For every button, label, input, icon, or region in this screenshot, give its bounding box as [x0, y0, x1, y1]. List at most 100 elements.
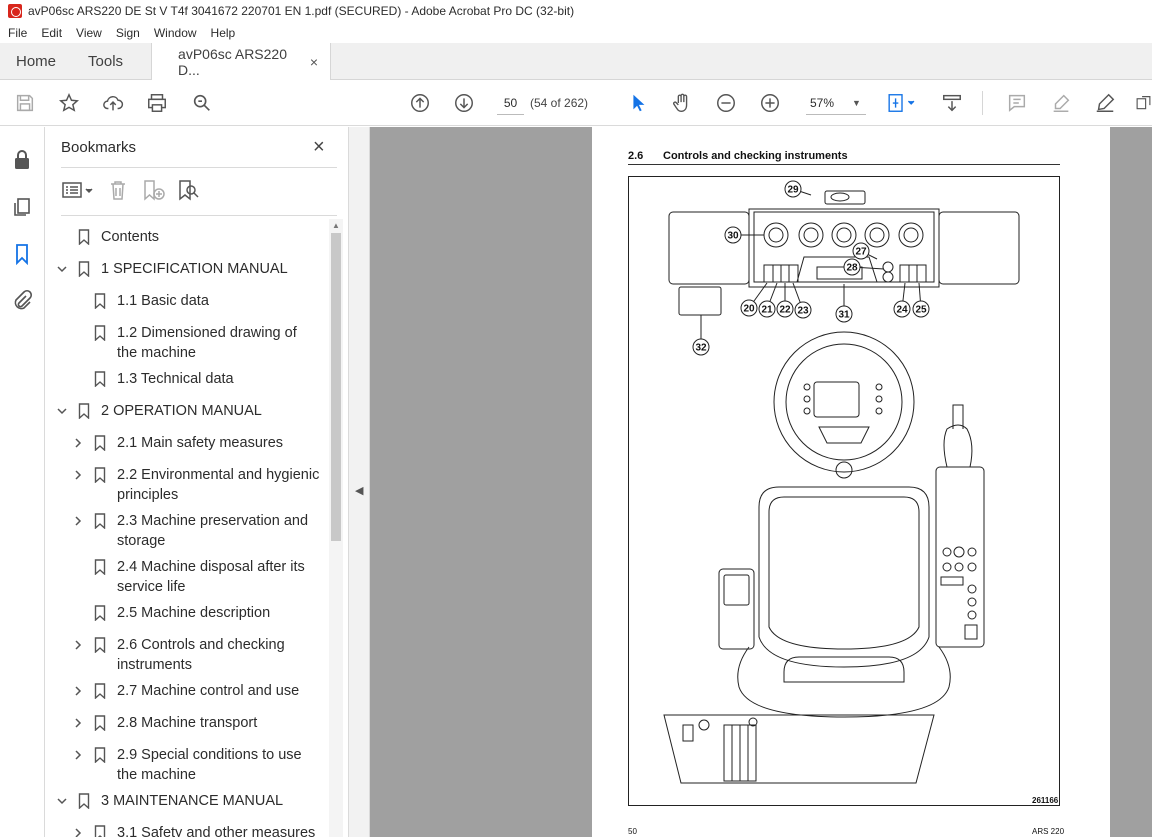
bookmark-icon	[94, 605, 106, 622]
callout-number: 24	[896, 305, 908, 316]
bookmark-label: 2.6 Controls and checking	[117, 637, 285, 653]
callout-number: 27	[855, 247, 867, 258]
bookmark-item[interactable]: 2.6 Controls and checking instruments	[45, 635, 330, 675]
bookmark-item[interactable]: 2.8 Machine transport	[45, 713, 330, 733]
menu-edit[interactable]: Edit	[41, 26, 62, 40]
panel-divider[interactable]: ◀	[348, 127, 370, 837]
chevron-right-icon[interactable]	[72, 749, 84, 761]
chevron-right-icon[interactable]	[72, 469, 84, 481]
bookmark-item[interactable]: 2.7 Machine control and use	[45, 681, 330, 701]
section-heading: 2.6 Controls and checking instruments	[628, 150, 848, 162]
callout-number: 21	[761, 305, 773, 316]
bookmark-item[interactable]: 2.9 Special conditions to use the machine	[45, 745, 330, 785]
sign-icon[interactable]	[1093, 91, 1117, 115]
pdf-page: 2.6 Controls and checking instruments 29…	[592, 127, 1110, 837]
figure-id: 261166	[1032, 796, 1059, 805]
zoom-out-icon[interactable]	[714, 91, 738, 115]
divider	[61, 167, 337, 168]
toolbar-separator	[982, 91, 983, 115]
menu-bar: File Edit View Sign Window Help	[0, 22, 1152, 43]
callout-number: 28	[846, 263, 858, 274]
chevron-right-icon[interactable]	[72, 639, 84, 651]
scrollbar-thumb[interactable]	[331, 233, 341, 541]
chevron-right-icon[interactable]	[72, 515, 84, 527]
scroll-up-icon[interactable]: ▲	[332, 221, 340, 230]
bookmark-item[interactable]: 2.4 Machine disposal after its service li…	[45, 557, 330, 597]
search-icon[interactable]	[190, 91, 214, 115]
chevron-down-icon[interactable]	[56, 795, 68, 807]
close-panel-icon[interactable]: ×	[313, 136, 325, 159]
hand-icon[interactable]	[670, 91, 694, 115]
bookmark-label-continued: the machine	[117, 345, 196, 361]
chevron-down-icon[interactable]	[56, 263, 68, 275]
cab-controls-drawing: 29 30 27 28 20 21 22 23 31 24 25 32	[663, 180, 1020, 784]
chevron-right-icon[interactable]	[72, 717, 84, 729]
bookmark-label-continued: principles	[117, 487, 179, 503]
page-down-icon[interactable]	[452, 91, 476, 115]
bookmarks-panel-title: Bookmarks	[61, 139, 137, 156]
bookmark-item[interactable]: 2.5 Machine description	[45, 603, 330, 623]
bookmark-icon	[94, 715, 106, 732]
attachment-icon[interactable]	[11, 289, 33, 311]
bookmark-item[interactable]: 2.1 Main safety measures	[45, 433, 330, 453]
bookmark-item[interactable]: 2.3 Machine preservation and storage	[45, 511, 330, 551]
bookmark-item[interactable]: 3.1 Safety and other measures	[45, 823, 330, 837]
bookmark-item[interactable]: 1.1 Basic data	[45, 291, 330, 311]
print-icon[interactable]	[145, 91, 169, 115]
bookmark-item[interactable]: 1.2 Dimensioned drawing of the machine	[45, 323, 330, 363]
upload-icon[interactable]	[101, 91, 125, 115]
star-icon[interactable]	[57, 91, 81, 115]
fit-page-icon[interactable]	[884, 91, 920, 115]
tab-tools[interactable]: Tools	[72, 43, 139, 79]
chevron-right-icon[interactable]	[72, 685, 84, 697]
scroll-mode-icon[interactable]	[940, 91, 964, 115]
tab-home[interactable]: Home	[0, 43, 72, 79]
collapse-panel-icon[interactable]: ◀	[355, 484, 363, 497]
select-arrow-icon[interactable]	[626, 91, 650, 115]
bookmark-item[interactable]: 1.3 Technical data	[45, 369, 330, 389]
bookmark-item[interactable]: 2 OPERATION MANUAL	[45, 401, 330, 421]
bookmark-icon	[94, 559, 106, 576]
save-icon[interactable]	[13, 91, 37, 115]
menu-file[interactable]: File	[8, 26, 27, 40]
comment-icon[interactable]	[1005, 91, 1029, 115]
bookmark-item[interactable]: 2.2 Environmental and hygienic principles	[45, 465, 330, 505]
close-tab-icon[interactable]: ×	[310, 54, 318, 70]
bookmarks-icon[interactable]	[11, 243, 33, 266]
page-up-icon[interactable]	[408, 91, 432, 115]
zoom-value: 57%	[810, 95, 835, 110]
more-tools-icon[interactable]	[1135, 91, 1152, 115]
bookmarks-list: Contents 1 SPECIFICATION MANUAL 1.1 Basic …	[45, 219, 330, 837]
delete-bookmark-icon[interactable]	[107, 179, 129, 201]
operator-seat	[718, 404, 985, 718]
highlight-icon[interactable]	[1049, 91, 1073, 115]
options-menu-icon[interactable]	[61, 179, 95, 201]
pages-icon[interactable]	[11, 196, 33, 218]
chevron-right-icon[interactable]	[72, 437, 84, 449]
section-title: Controls and checking instruments	[663, 150, 848, 162]
document-viewport[interactable]: 2.6 Controls and checking instruments 29…	[370, 127, 1152, 837]
zoom-select[interactable]: 57% ▼	[806, 91, 866, 115]
section-number: 2.6	[628, 150, 644, 162]
menu-window[interactable]: Window	[154, 26, 197, 40]
lock-icon[interactable]	[11, 149, 33, 171]
new-bookmark-icon[interactable]	[141, 179, 165, 201]
bookmark-label: 2.3 Machine preservation and	[117, 513, 309, 529]
heading-rule	[628, 164, 1060, 165]
bookmarks-scrollbar[interactable]: ▲	[329, 219, 343, 837]
bookmark-label: 1.3 Technical data	[117, 371, 234, 387]
menu-help[interactable]: Help	[211, 26, 236, 40]
bookmark-label: 2.1 Main safety measures	[117, 435, 284, 451]
tab-document[interactable]: avP06sc ARS220 D... ×	[151, 43, 332, 80]
menu-sign[interactable]: Sign	[116, 26, 140, 40]
bookmark-item[interactable]: 3 MAINTENANCE MANUAL	[45, 791, 330, 811]
zoom-in-icon[interactable]	[758, 91, 782, 115]
divider	[61, 215, 337, 216]
find-bookmark-icon[interactable]	[177, 179, 199, 201]
chevron-right-icon[interactable]	[72, 827, 84, 837]
bookmark-item[interactable]: 1 SPECIFICATION MANUAL	[45, 259, 330, 279]
menu-view[interactable]: View	[76, 26, 102, 40]
chevron-down-icon[interactable]	[56, 405, 68, 417]
bookmark-item[interactable]: Contents	[45, 227, 330, 247]
page-number-input[interactable]: 50	[497, 91, 524, 115]
